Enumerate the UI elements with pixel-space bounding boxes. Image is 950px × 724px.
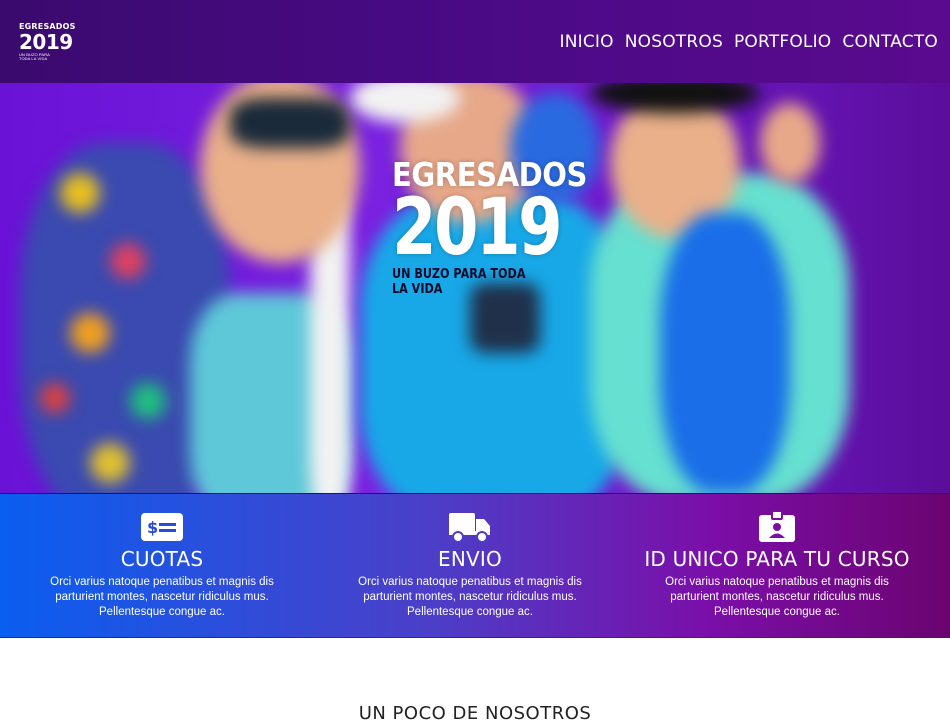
- svg-text:$: $: [147, 518, 158, 537]
- id-badge-icon: [627, 511, 927, 542]
- hero-title-line2: 2019: [392, 183, 563, 273]
- hero-banner: EGRESADOS 2019 UN BUZO PARA TODA LA VIDA: [0, 83, 950, 493]
- site-logo[interactable]: EGRESADOS 2019 UN BUZO PARA TODA LA VIDA: [19, 22, 75, 61]
- feature-title: ID UNICO PARA TU CURSO: [644, 547, 910, 571]
- features-strip: $ CUOTAS Orci varius natoque penatibus e…: [0, 493, 950, 638]
- nav-inicio[interactable]: INICIO: [560, 32, 614, 52]
- feature-desc: Orci varius natoque penatibus et magnis …: [665, 576, 889, 618]
- feature-cuotas: $ CUOTAS Orci varius natoque penatibus e…: [12, 512, 312, 620]
- feature-desc: Orci varius natoque penatibus et magnis …: [358, 576, 582, 618]
- truck-icon: [320, 512, 620, 543]
- feature-title: CUOTAS: [120, 547, 204, 571]
- site-header: EGRESADOS 2019 UN BUZO PARA TODA LA VIDA…: [0, 0, 950, 83]
- feature-envio: ENVIO Orci varius natoque penatibus et m…: [320, 512, 620, 620]
- money-bill-icon: $: [12, 512, 312, 542]
- nav-nosotros[interactable]: NOSOTROS: [625, 32, 723, 52]
- hero-tagline: UN BUZO PARA TODA LA VIDA: [392, 267, 526, 297]
- logo-line2: 2019: [19, 29, 73, 54]
- logo-line3: UN BUZO PARA TODA LA VIDA: [19, 51, 50, 61]
- nav-contacto[interactable]: CONTACTO: [842, 32, 938, 52]
- feature-desc: Orci varius natoque penatibus et magnis …: [50, 576, 274, 618]
- feature-id-unico: ID UNICO PARA TU CURSO Orci varius natoq…: [627, 511, 927, 620]
- feature-title: ENVIO: [438, 547, 502, 571]
- main-nav: INICIO NOSOTROS PORTFOLIO CONTACTO: [560, 32, 939, 52]
- hero-title: EGRESADOS 2019 UN BUZO PARA TODA LA VIDA: [392, 157, 587, 298]
- nav-portfolio[interactable]: PORTFOLIO: [734, 32, 831, 52]
